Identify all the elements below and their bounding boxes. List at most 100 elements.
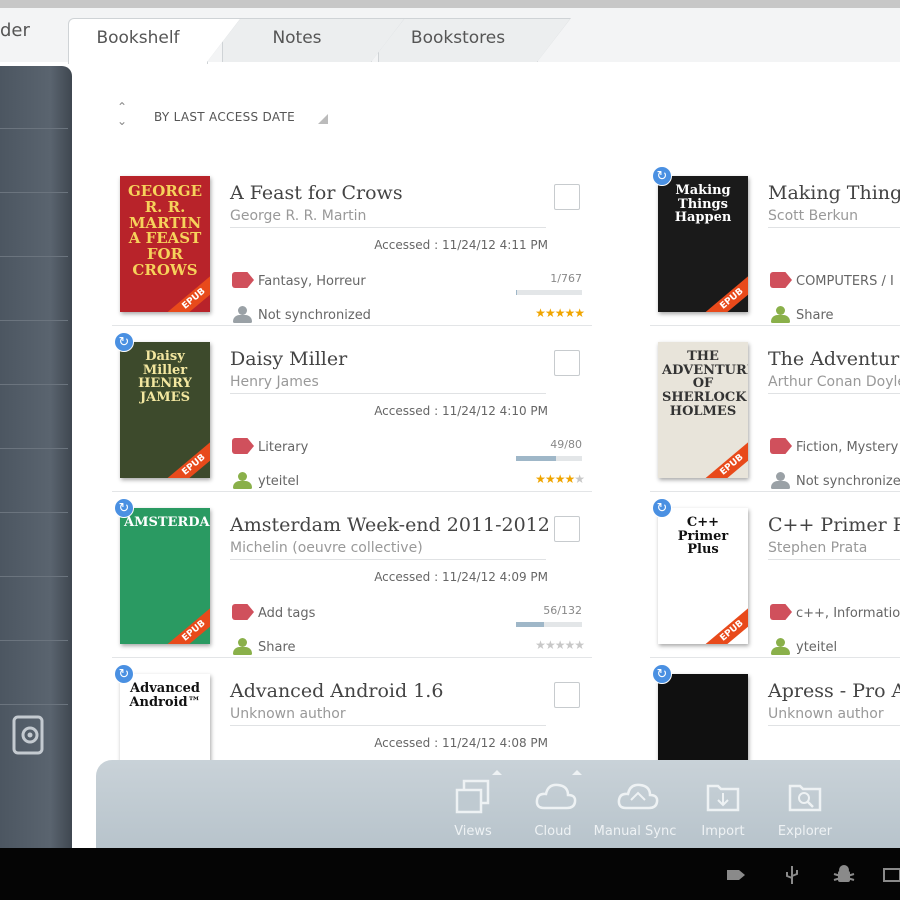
book-card[interactable]: ↻ EPUB Apress - Pro Ar Unknown author <box>650 664 900 760</box>
user-icon <box>232 638 254 656</box>
star-icon[interactable]: ★ <box>574 638 585 652</box>
book-tags[interactable]: Add tags <box>258 606 315 621</box>
book-select-checkbox[interactable] <box>554 350 580 376</box>
book-select-checkbox[interactable] <box>554 516 580 542</box>
manual-sync-button[interactable]: Manual Sync <box>592 774 678 844</box>
star-icon[interactable]: ★ <box>564 306 575 320</box>
card-separator <box>650 325 900 326</box>
epub-ribbon: EPUB <box>166 606 210 644</box>
settings-device-icon[interactable] <box>10 714 48 756</box>
rating-stars[interactable]: ★★★★★ <box>512 472 585 486</box>
book-card[interactable]: ↻ C++ Primer Plus EPUB C++ Primer Plu St… <box>650 498 900 658</box>
last-accessed: Accessed : 11/24/12 4:09 PM <box>374 570 548 584</box>
book-tags[interactable]: COMPUTERS / I <box>796 274 894 289</box>
cover-title: Daisy Miller HENRY JAMES <box>138 349 192 405</box>
title-underline <box>230 393 546 394</box>
reading-progress-bar <box>516 290 582 295</box>
star-icon[interactable]: ★ <box>545 638 556 652</box>
cloud-button[interactable]: Cloud <box>510 770 596 844</box>
book-title[interactable]: Making Things <box>768 182 900 204</box>
star-icon[interactable]: ★ <box>574 306 585 320</box>
sync-status[interactable]: Share <box>258 640 296 655</box>
star-icon[interactable]: ★ <box>555 306 566 320</box>
tab-bookshelf[interactable]: Bookshelf <box>68 18 241 64</box>
sync-status[interactable]: yteitel <box>258 474 299 489</box>
sort-selector[interactable]: ⌃ ⌄ BY LAST ACCESS DATE <box>112 100 342 136</box>
book-cover[interactable]: GEORGE R. R. MARTIN A FEAST FOR CROWS EP… <box>120 176 210 312</box>
android-debug-icon[interactable] <box>832 864 856 886</box>
book-cover[interactable]: AMSTERDAM EPUB <box>120 508 210 644</box>
book-title[interactable]: C++ Primer Plu <box>768 514 900 536</box>
star-icon[interactable]: ★ <box>564 638 575 652</box>
top-strip <box>0 0 900 8</box>
tab-label: Bookstores <box>410 28 506 48</box>
book-tags[interactable]: Fiction, Mystery <box>796 440 898 455</box>
tag-icon <box>770 438 792 454</box>
cloud-icon <box>534 778 577 816</box>
book-title[interactable]: Amsterdam Week-end 2011-2012 <box>230 514 550 536</box>
book-cover[interactable]: C++ Primer Plus EPUB <box>658 508 748 644</box>
book-cover[interactable]: THE ADVENTURES OF SHERLOCK HOLMES EPUB <box>658 342 748 478</box>
import-button[interactable]: Import <box>680 774 766 844</box>
rating-stars[interactable]: ★★★★★ <box>512 306 585 320</box>
star-icon[interactable]: ★ <box>535 472 546 486</box>
title-underline <box>768 559 900 560</box>
book-title[interactable]: A Feast for Crows <box>230 182 403 204</box>
book-author: Unknown author <box>768 706 884 722</box>
cover-title: AMSTERDAM <box>124 515 210 530</box>
cloud-sync-badge-icon: ↻ <box>652 664 672 684</box>
book-title[interactable]: Apress - Pro Ar <box>768 680 900 702</box>
left-sidebar[interactable] <box>0 66 72 852</box>
book-card[interactable]: GEORGE R. R. MARTIN A FEAST FOR CROWS EP… <box>112 166 592 326</box>
book-tags[interactable]: Literary <box>258 440 308 455</box>
right-column: ↻ Making Things Happen EPUB Making Thing… <box>650 160 900 760</box>
tab-notes[interactable]: Notes <box>222 18 405 62</box>
star-icon[interactable]: ★ <box>574 472 585 486</box>
explorer-button[interactable]: Explorer <box>762 774 848 844</box>
book-card[interactable]: ↻ AMSTERDAM EPUB Amsterdam Week-end 2011… <box>112 498 592 658</box>
sync-status[interactable]: Not synchronize <box>796 474 900 489</box>
user-icon <box>232 306 254 324</box>
title-underline <box>230 227 546 228</box>
book-tags[interactable]: c++, Informatio <box>796 606 900 621</box>
views-button[interactable]: Views <box>430 770 516 844</box>
book-card[interactable]: ↻ Making Things Happen EPUB Making Thing… <box>650 166 900 326</box>
book-title[interactable]: The Adventure <box>768 348 900 370</box>
book-title[interactable]: Advanced Android 1.6 <box>230 680 443 702</box>
book-author: Arthur Conan Doyle <box>768 374 900 390</box>
star-icon[interactable]: ★ <box>535 306 546 320</box>
book-author: Stephen Prata <box>768 540 868 556</box>
reading-progress-text: 56/132 <box>543 604 582 617</box>
sync-status[interactable]: yteitel <box>796 640 837 655</box>
cover-title: GEORGE R. R. MARTIN A FEAST FOR CROWS <box>127 182 203 279</box>
recent-apps-icon[interactable] <box>882 864 900 886</box>
star-icon[interactable]: ★ <box>545 472 556 486</box>
book-cover[interactable]: Daisy Miller HENRY JAMES EPUB <box>120 342 210 478</box>
sync-status[interactable]: Share <box>796 308 834 323</box>
book-author: Michelin (oeuvre collective) <box>230 540 423 556</box>
star-icon[interactable]: ★ <box>535 638 546 652</box>
star-icon[interactable]: ★ <box>564 472 575 486</box>
star-icon[interactable]: ★ <box>555 638 566 652</box>
book-select-checkbox[interactable] <box>554 184 580 210</box>
star-icon[interactable]: ★ <box>545 306 556 320</box>
book-tags[interactable]: Fantasy, Horreur <box>258 274 366 289</box>
cloud-sync-badge-icon: ↻ <box>652 498 672 518</box>
star-icon[interactable]: ★ <box>555 472 566 486</box>
book-cover[interactable]: EPUB <box>658 674 748 760</box>
book-author: George R. R. Martin <box>230 208 367 224</box>
book-title[interactable]: Daisy Miller <box>230 348 347 370</box>
usb-icon[interactable] <box>780 864 804 886</box>
book-select-checkbox[interactable] <box>554 682 580 708</box>
book-card[interactable]: ↻ Daisy Miller HENRY JAMES EPUB Daisy Mi… <box>112 332 592 492</box>
rating-stars[interactable]: ★★★★★ <box>512 638 585 652</box>
sync-status[interactable]: Not synchronized <box>258 308 371 323</box>
card-separator <box>650 657 900 658</box>
tag-notification-icon[interactable] <box>724 864 748 886</box>
last-accessed: Accessed : 11/24/12 4:10 PM <box>374 404 548 418</box>
explorer-label: Explorer <box>777 824 833 839</box>
book-cover[interactable]: Making Things Happen EPUB <box>658 176 748 312</box>
dropdown-corner-icon <box>318 114 328 124</box>
book-card[interactable]: THE ADVENTURES OF SHERLOCK HOLMES EPUB T… <box>650 332 900 492</box>
title-underline <box>768 725 900 726</box>
